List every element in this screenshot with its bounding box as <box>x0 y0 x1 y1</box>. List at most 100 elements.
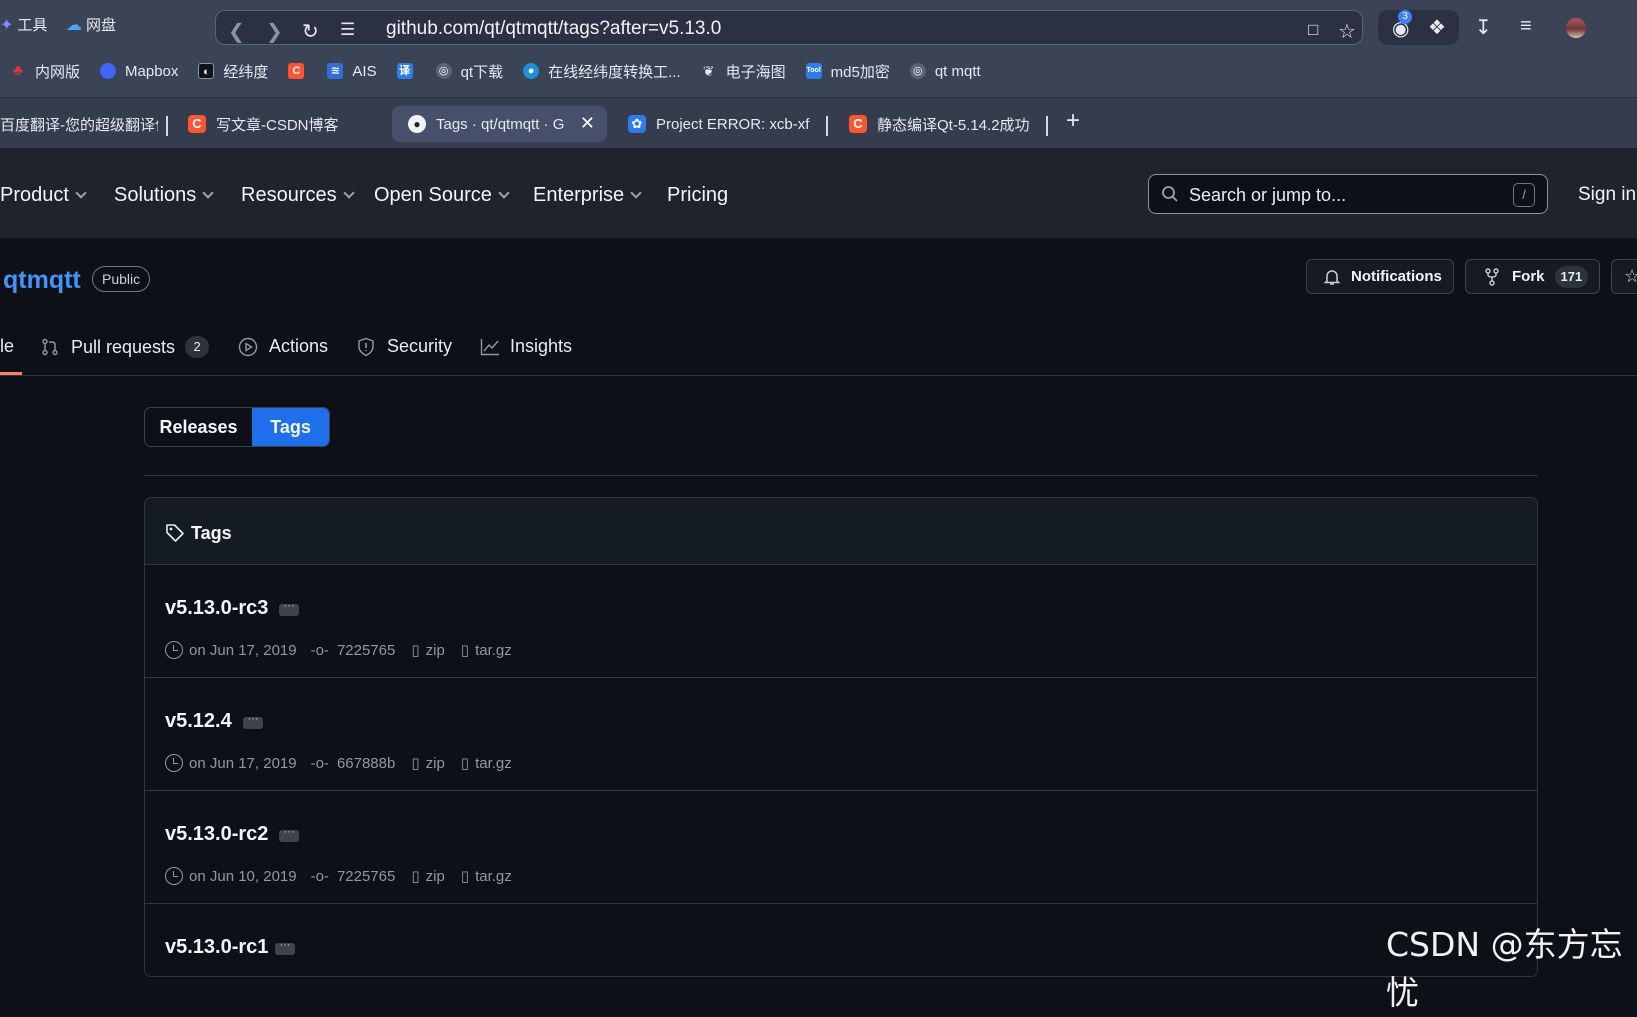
nav-resources[interactable]: Resources <box>241 184 355 207</box>
file-zip-icon: ▯ <box>460 642 470 659</box>
sign-in-link[interactable]: Sign in <box>1578 184 1636 206</box>
nav-open-source[interactable]: Open Source <box>374 184 510 207</box>
extension-badge: 3 <box>1398 10 1412 24</box>
file-zip-icon: ▯ <box>411 755 420 772</box>
tab-label: Actions <box>269 336 329 356</box>
bookmark-item[interactable]: ♣ 内网版 <box>10 61 80 82</box>
ellipsis-icon[interactable]: ··· <box>279 827 299 842</box>
tag-name-link[interactable]: v5.13.0-rc1 <box>165 936 268 959</box>
ellipsis-icon[interactable]: ··· <box>279 601 299 616</box>
ellipsis-icon[interactable]: ··· <box>275 940 295 955</box>
fork-label: Fork <box>1512 268 1545 285</box>
commit-hash-link[interactable]: 7225765 <box>337 642 395 659</box>
bookmark-item[interactable]: ◐ 经纬度 <box>198 61 268 82</box>
toolbar-item-cloud-drive[interactable]: ☁ 网盘 <box>66 14 116 35</box>
browser-tab[interactable]: 百度翻译-您的超级翻译伙 <box>0 106 158 142</box>
browser-tab-active[interactable]: ● Tags · qt/qtmqtt · G ✕ <box>392 106 607 142</box>
zip-download-link[interactable]: zip <box>426 755 445 772</box>
tag-row: v5.13.0-rc1 ··· <box>145 904 1537 1017</box>
star-button[interactable]: ☆ <box>1611 259 1637 294</box>
bookmark-item[interactable]: Mapbox <box>100 63 178 80</box>
toolbar-item-tools[interactable]: ✦ 工具 <box>0 14 47 35</box>
mapbox-icon <box>100 63 117 79</box>
tags-button[interactable]: Tags <box>252 408 329 446</box>
nav-solutions[interactable]: Solutions <box>114 184 214 207</box>
bookmark-star-icon[interactable]: ☆ <box>1338 19 1356 44</box>
extensions-group: ◉ ❖ <box>1378 10 1459 45</box>
tag-icon <box>166 524 184 542</box>
tab-label: le <box>0 336 15 356</box>
targz-download-link[interactable]: tar.gz <box>475 868 512 885</box>
tab-security[interactable]: Security <box>357 336 452 357</box>
commit-hash-link[interactable]: 667888b <box>337 755 395 772</box>
tab-divider <box>826 116 828 136</box>
search-input[interactable]: Search or jump to... / <box>1148 174 1548 214</box>
targz-download-link[interactable]: tar.gz <box>475 755 512 772</box>
forward-icon[interactable]: ❯ <box>266 19 283 44</box>
install-app-icon[interactable]: □ <box>1308 20 1318 40</box>
zip-download-link[interactable]: zip <box>426 868 445 885</box>
reload-icon[interactable]: ↻ <box>302 19 319 44</box>
extensions-puzzle-icon[interactable]: ❖ <box>1428 15 1446 40</box>
pull-requests-count: 2 <box>185 336 210 358</box>
fork-button[interactable]: Fork 171 <box>1465 259 1600 294</box>
tab-strip: 百度翻译-您的超级翻译伙 C 写文章-CSDN博客 ● Tags · qt/qt… <box>0 97 1637 148</box>
address-bar[interactable]: ❮ ❯ ↻ ☰ github.com/qt/qtmqtt/tags?after=… <box>215 10 1363 45</box>
divider <box>0 375 1637 376</box>
browser-tab[interactable]: C 写文章-CSDN博客 <box>188 106 373 142</box>
nav-product[interactable]: Product <box>0 184 87 207</box>
divider <box>144 475 1538 476</box>
tab-actions[interactable]: Actions <box>238 336 328 357</box>
download-icon[interactable]: ↧ <box>1475 15 1492 40</box>
nav-label: Enterprise <box>533 184 625 206</box>
clock-icon <box>165 867 183 885</box>
bookmark-label: 电子海图 <box>725 63 786 81</box>
address-text[interactable]: github.com/qt/qtmqtt/tags?after=v5.13.0 <box>386 18 721 40</box>
zip-download-link[interactable]: zip <box>426 642 445 659</box>
releases-tags-toggle: Releases Tags <box>144 407 330 447</box>
bookmark-item[interactable]: Tool md5加密 <box>805 61 890 82</box>
profile-avatar[interactable] <box>1566 18 1586 38</box>
new-tab-button[interactable]: + <box>1066 107 1080 135</box>
nav-enterprise[interactable]: Enterprise <box>533 184 642 207</box>
nav-label: Pricing <box>667 184 729 206</box>
commit-hash-link[interactable]: 7225765 <box>337 868 395 885</box>
bookmark-label: 经纬度 <box>223 63 269 81</box>
csdn-icon: C <box>849 115 867 133</box>
notifications-button[interactable]: Notifications <box>1306 259 1454 294</box>
clock-icon <box>165 754 183 772</box>
chevron-down-icon <box>342 186 355 199</box>
tag-date: on Jun 17, 2019 <box>189 754 297 772</box>
tab-insights[interactable]: Insights <box>480 336 572 357</box>
tab-code[interactable]: le <box>0 336 14 357</box>
browser-tab[interactable]: C 静态编译Qt-5.14.2成功 <box>849 106 1034 142</box>
bookmark-item[interactable]: ● 在线经纬度转换工... <box>523 61 681 82</box>
tag-name-link[interactable]: v5.13.0-rc2 <box>165 823 268 846</box>
tag-meta: on Jun 17, 2019 -o- 7225765 ▯ zip ▯ tar.… <box>165 641 512 659</box>
nav-pricing[interactable]: Pricing <box>667 184 728 207</box>
repo-name-link[interactable]: qtmqtt <box>3 266 81 295</box>
bookmark-item[interactable]: ◎ qt下载 <box>435 61 503 82</box>
globe-icon: ◐ <box>198 63 215 79</box>
bookmark-item[interactable]: ≋ AIS <box>327 63 377 80</box>
tag-name-link[interactable]: v5.12.4 <box>165 710 232 733</box>
bookmark-item[interactable]: C <box>288 63 313 79</box>
bookmark-item[interactable]: 译 <box>396 63 422 79</box>
earth-icon: ● <box>523 63 540 79</box>
shield-icon <box>358 337 374 356</box>
bookmark-item[interactable]: ❦ 电子海图 <box>701 61 786 82</box>
tab-pull-requests[interactable]: Pull requests 2 <box>41 336 210 358</box>
pull-request-icon <box>42 338 58 356</box>
ellipsis-icon[interactable]: ··· <box>243 714 263 729</box>
cloud-icon: ☁ <box>66 16 82 34</box>
browser-tab[interactable]: ✿ Project ERROR: xcb-xf <box>628 106 818 142</box>
close-tab-icon[interactable]: ✕ <box>580 113 595 134</box>
back-icon[interactable]: ❮ <box>228 19 245 44</box>
targz-download-link[interactable]: tar.gz <box>475 642 512 659</box>
visibility-badge: Public <box>92 266 151 292</box>
bookmark-item[interactable]: ◎ qt mqtt <box>909 63 981 80</box>
releases-button[interactable]: Releases <box>145 408 252 446</box>
tag-name-link[interactable]: v5.13.0-rc3 <box>165 597 268 620</box>
site-settings-icon[interactable]: ☰ <box>340 20 355 40</box>
reading-list-icon[interactable]: ≡ <box>1520 15 1532 38</box>
